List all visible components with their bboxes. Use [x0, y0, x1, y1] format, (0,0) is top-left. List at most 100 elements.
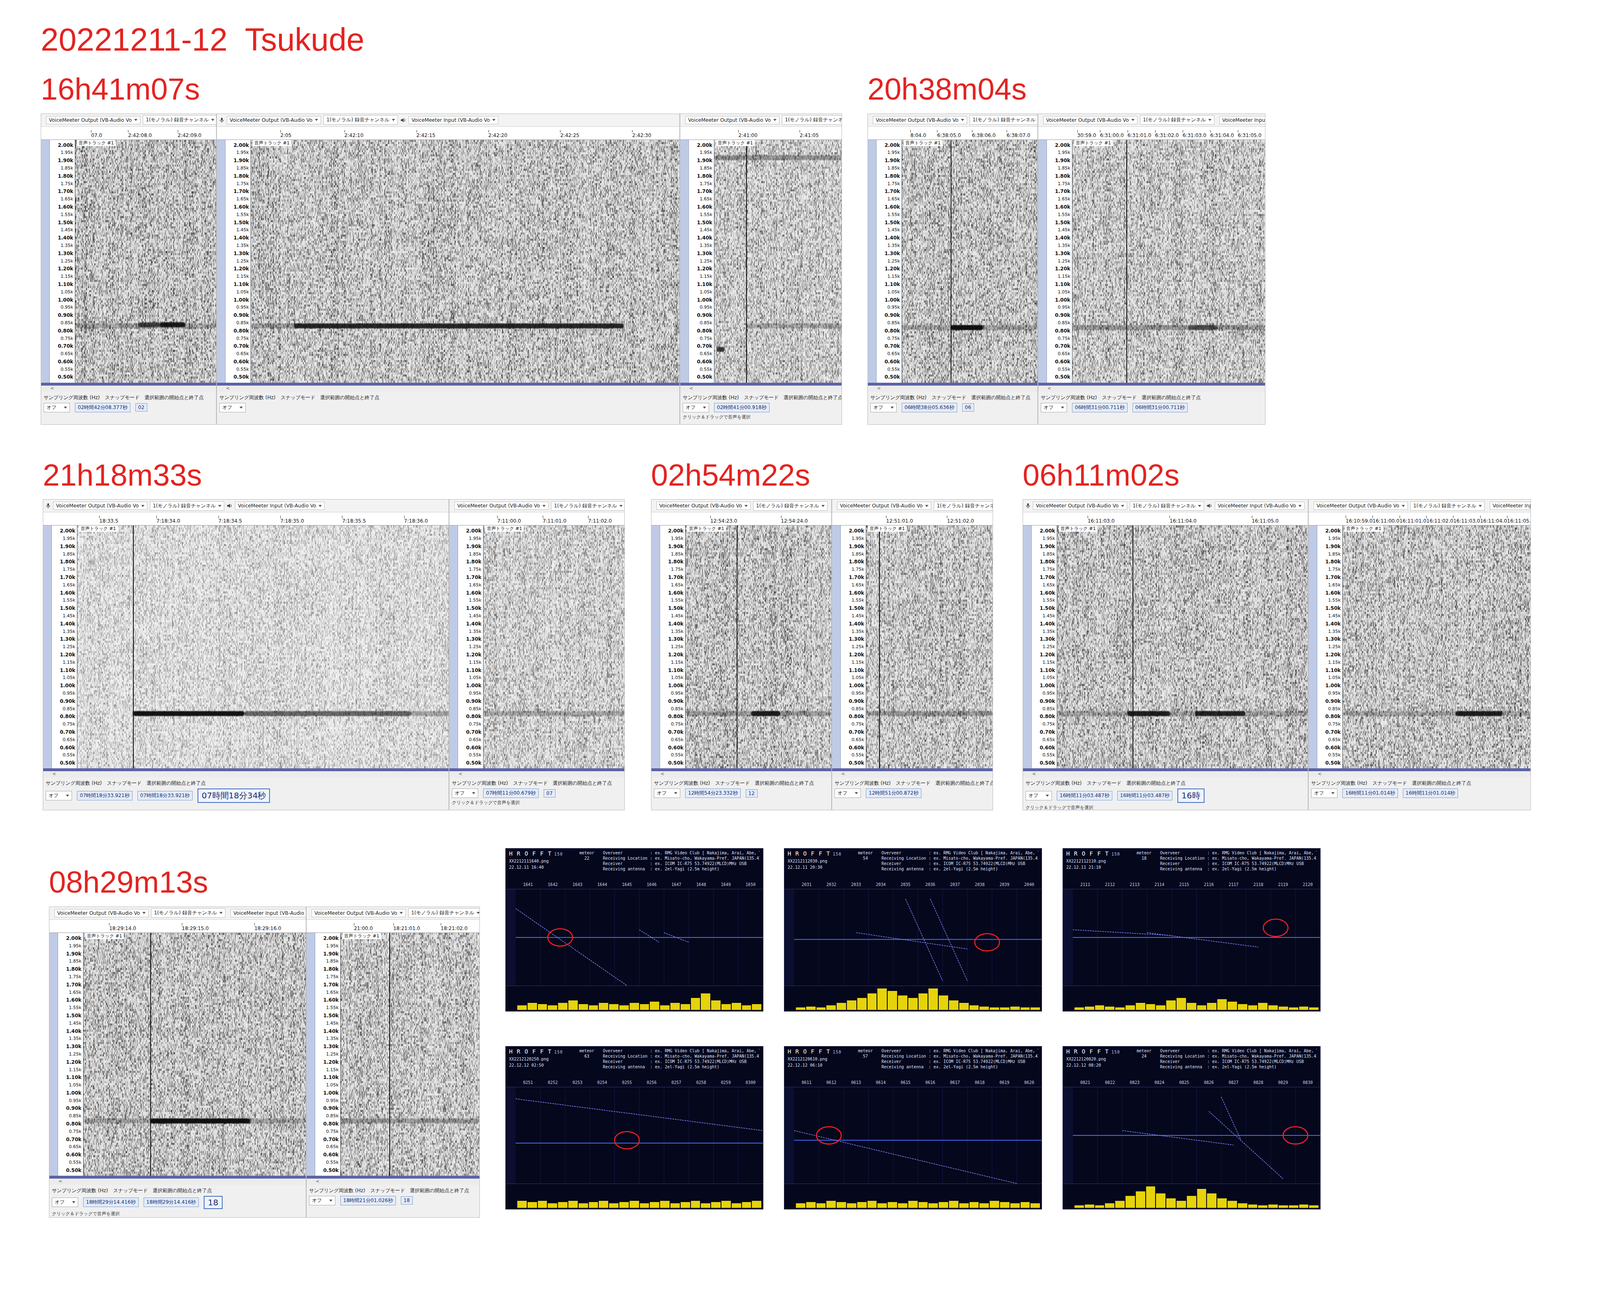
recording-device-dropdown[interactable]: VoiceMeeter Output (VB-Audio Vo [226, 116, 321, 125]
scroll-left-arrow[interactable]: < [216, 385, 680, 392]
dropdown-arrow-icon[interactable] [399, 911, 403, 914]
snap-dropdown[interactable]: オフ [451, 788, 479, 798]
scroll-left-arrow[interactable]: < [1023, 771, 1308, 777]
track-control-strip[interactable] [1038, 139, 1047, 383]
channel-dropdown[interactable]: 1(モノラル) 録音チャンネル [1410, 501, 1485, 511]
dropdown-arrow-icon[interactable] [141, 504, 145, 507]
recording-device[interactable]: VoiceMeeter Output (VB-Audio Vo [229, 117, 313, 124]
spectrogram[interactable]: 音声トラック #1 [77, 525, 449, 769]
timeline-ruler[interactable]: 2:41:002:41:05 [680, 126, 842, 140]
recording-device-dropdown[interactable]: VoiceMeeter Output (VB-Audio Vo [837, 501, 932, 510]
timeline-ruler[interactable]: 12:54:23.012:54:24.0 [651, 512, 832, 526]
timeline-ruler[interactable]: 8:04.06:38:05.06:38:06.06:38:07.0 [867, 126, 1038, 140]
scrollbar-thumb[interactable] [1038, 382, 1266, 386]
dropdown-arrow-icon[interactable] [65, 794, 70, 797]
track-name[interactable]: 音声トラック #1 [85, 932, 124, 940]
snap-dropdown[interactable]: オフ [834, 788, 861, 798]
playback-device-dropdown[interactable]: VoiceMeeter Input (VB-Audio Vo [1219, 116, 1266, 125]
dropdown-arrow-icon[interactable] [329, 1199, 333, 1202]
track-control-strip[interactable] [1308, 525, 1318, 769]
track-name[interactable]: 音声トラック #1 [1058, 525, 1098, 532]
channel-dropdown[interactable]: 1(モノラル) 録音チャンネル [551, 501, 625, 511]
time-field[interactable]: 02 [135, 403, 148, 412]
recording-device[interactable]: VoiceMeeter Output (VB-Audio Vo [55, 502, 139, 509]
scrollbar-thumb[interactable] [867, 382, 1038, 386]
horizontal-scrollbar[interactable]: < [449, 768, 625, 778]
track-control-strip[interactable] [41, 139, 50, 383]
time-field[interactable]: 16時間11分03.487秒 [1117, 790, 1173, 801]
time-field[interactable]: 12時間54分23.332秒 [685, 788, 741, 798]
dropdown-arrow-icon[interactable] [1208, 118, 1212, 121]
time-field[interactable]: 18時間21分01.026秒 [340, 1195, 396, 1206]
scroll-left-arrow[interactable]: < [43, 771, 449, 777]
track-name[interactable]: 音声トラック #1 [76, 139, 116, 147]
time-field[interactable]: 02時間41分00.918秒 [713, 402, 770, 413]
channel-dropdown[interactable]: 1(モノラル) 録音チャンネル [781, 115, 842, 125]
dropdown-arrow-icon[interactable] [72, 1201, 76, 1204]
track-name[interactable]: 音声トラック #1 [252, 139, 292, 147]
dropdown-arrow-icon[interactable] [134, 118, 138, 121]
recording-channel[interactable]: 1(モノラル) 録音チャンネル [755, 502, 819, 510]
time-field[interactable]: 07時間18分33.921秒 [137, 790, 194, 801]
track-control-strip[interactable] [680, 139, 689, 383]
dropdown-arrow-icon[interactable] [218, 504, 222, 507]
dropdown-arrow-icon[interactable] [854, 792, 859, 795]
track-control-strip[interactable] [867, 139, 877, 383]
horizontal-scrollbar[interactable]: < [306, 1175, 480, 1185]
scroll-left-arrow[interactable]: < [867, 385, 1038, 392]
snap-value[interactable]: オフ [48, 792, 59, 800]
scrollbar-thumb[interactable] [832, 768, 993, 772]
timeline-ruler[interactable]: 18:33.57:18:34.07:18:34.57:18:35.07:18:3… [43, 512, 449, 526]
dropdown-arrow-icon[interactable] [1478, 504, 1482, 507]
track-control-strip[interactable] [43, 525, 52, 769]
time-field[interactable]: 12時間51分00.872秒 [865, 788, 922, 798]
channel-dropdown[interactable]: 1(モノラル) 録音チャンネル [142, 115, 217, 125]
snap-dropdown[interactable]: オフ [870, 402, 897, 413]
spectrogram[interactable]: 音声トラック #1 [714, 139, 842, 383]
dropdown-arrow-icon[interactable] [1197, 504, 1202, 507]
time-field[interactable]: 18時間29分14.416秒 [83, 1197, 139, 1207]
snap-value[interactable]: オフ [222, 404, 233, 412]
recording-channel[interactable]: 1(モノラル) 録音チャンネル [145, 116, 209, 124]
playback-device-dropdown[interactable]: VoiceMeeter Input (VB-Audio Vo [234, 501, 326, 510]
dropdown-arrow-icon[interactable] [142, 911, 146, 914]
scroll-left-arrow[interactable]: < [49, 1178, 306, 1185]
track-control-strip[interactable] [306, 932, 316, 1176]
dropdown-arrow-icon[interactable] [314, 118, 319, 121]
playback-device[interactable]: VoiceMeeter Input (VB-Audio Vo [1217, 502, 1297, 509]
recording-device-dropdown[interactable]: VoiceMeeter Output (VB-Audio Vo [54, 909, 149, 918]
dropdown-arrow-icon[interactable] [960, 118, 965, 121]
spectrogram[interactable]: 音声トラック #1 [902, 139, 1038, 383]
playback-device[interactable]: VoiceMeeter Input (VB-Audio Vo [1492, 502, 1531, 509]
dropdown-arrow-icon[interactable] [1131, 118, 1135, 121]
horizontal-scrollbar[interactable]: < [41, 382, 217, 392]
timeline-ruler[interactable]: 7:11:00.07:11:01.07:11:02.0 [449, 512, 625, 526]
dropdown-arrow-icon[interactable] [1060, 406, 1065, 409]
snap-dropdown[interactable]: オフ [1311, 788, 1338, 798]
recording-device[interactable]: VoiceMeeter Output (VB-Audio Vo [1035, 502, 1119, 509]
snap-dropdown[interactable]: オフ [682, 402, 710, 413]
spectrogram[interactable]: 音声トラック #1 [685, 525, 832, 769]
dropdown-arrow-icon[interactable] [211, 118, 215, 121]
recording-device[interactable]: VoiceMeeter Output (VB-Audio Vo [659, 502, 742, 509]
recording-channel[interactable]: 1(モノラル) 録音チャンネル [936, 502, 993, 510]
playback-device[interactable]: VoiceMeeter Input (VB-Audio Vo [411, 117, 491, 124]
channel-dropdown[interactable]: 1(モノラル) 録音チャンネル [408, 908, 480, 918]
time-display[interactable]: 07時間18分34秒 [197, 788, 270, 803]
channel-dropdown[interactable]: 1(モノラル) 録音チャンネル [149, 501, 225, 511]
recording-channel[interactable]: 1(モノラル) 録音チャンネル [411, 909, 475, 917]
channel-dropdown[interactable]: 1(モノラル) 録音チャンネル [1129, 501, 1205, 511]
track-control-strip[interactable] [216, 139, 226, 383]
recording-device[interactable]: VoiceMeeter Output (VB-Audio Vo [1046, 117, 1129, 124]
time-field[interactable]: 06時間31分00.711秒 [1132, 402, 1189, 413]
track-name[interactable]: 音声トラック #1 [716, 139, 755, 147]
scrollbar-thumb[interactable] [306, 1175, 480, 1179]
timeline-ruler[interactable]: 18:29:14.018:29:15.018:29:16.0 [49, 919, 306, 933]
snap-value[interactable]: オフ [656, 789, 667, 797]
playback-device-dropdown[interactable]: VoiceMeeter Input (VB-Audio Vo [1214, 501, 1305, 510]
channel-dropdown[interactable]: 1(モノラル) 録音チャンネル [753, 501, 828, 511]
scrollbar-thumb[interactable] [449, 768, 625, 772]
spectrogram[interactable]: 音声トラック #1 [1057, 525, 1308, 769]
track-control-strip[interactable] [1023, 525, 1032, 769]
snap-dropdown[interactable]: オフ [219, 402, 246, 413]
